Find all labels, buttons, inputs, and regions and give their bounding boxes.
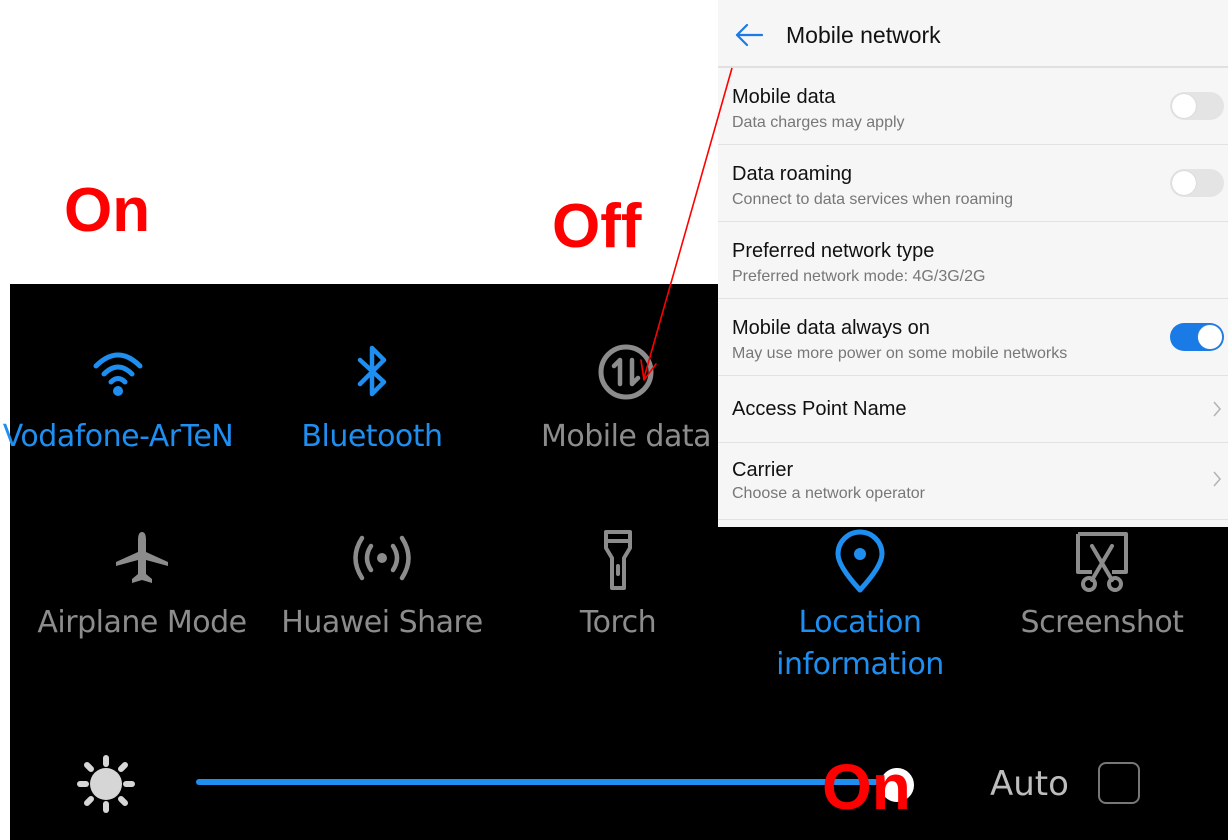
row-mobile-data-title: Mobile data [732,86,836,108]
tile-location-information[interactable]: Location information [740,528,980,686]
annotation-off-label: Off [552,192,642,261]
switch-knob [1172,94,1196,118]
chevron-right-icon [1213,401,1222,417]
tile-wifi[interactable]: Vodafone-ArTeN [0,342,238,458]
back-arrow-icon[interactable] [734,22,764,48]
auto-brightness-checkbox[interactable] [1098,762,1140,804]
tile-bluetooth[interactable]: Bluetooth [252,342,492,458]
switch-knob [1172,171,1196,195]
brightness-slider-track[interactable] [196,779,896,785]
mobile-data-icon [598,344,654,400]
row-preferred-network-type[interactable]: Preferred network type Preferred network… [718,222,1228,299]
row-mobile-data-subtitle: Data charges may apply [732,114,905,131]
tile-screenshot-label: Screenshot [1020,605,1184,640]
tile-location-label-line1: Location [798,605,922,640]
tile-mobile-data-label: Mobile data [540,419,712,454]
tile-airplane-mode[interactable]: Airplane Mode [22,528,262,644]
auto-brightness-label: Auto [990,764,1069,804]
tile-torch-label: Torch [579,605,657,640]
row-carrier-title: Carrier [732,459,794,481]
torch-icon [604,530,632,590]
mobile-data-switch[interactable] [1170,92,1224,120]
mobile-network-header: Mobile network [718,0,1228,68]
row-data-roaming-title: Data roaming [732,163,853,185]
tile-screenshot[interactable]: Screenshot [982,528,1222,644]
huawei-share-icon [353,535,411,581]
chevron-right-icon [1213,471,1222,487]
row-data-roaming[interactable]: Data roaming Connect to data services wh… [718,145,1228,222]
bluetooth-icon [357,345,387,397]
tile-bluetooth-label: Bluetooth [301,419,443,454]
page-title: Mobile network [786,22,941,48]
tile-location-label-line2: information [776,647,944,682]
row-always-on-subtitle: May use more power on some mobile networ… [732,345,1068,362]
location-pin-icon [835,529,885,593]
row-apn-title: Access Point Name [732,398,907,420]
row-always-on-title: Mobile data always on [732,317,930,339]
mobile-data-always-on-switch[interactable] [1170,323,1224,351]
row-preferred-network-title: Preferred network type [732,240,935,262]
tile-huawei-share-label: Huawei Share [281,605,483,640]
row-data-roaming-subtitle: Connect to data services when roaming [732,191,1014,208]
tile-huawei-share[interactable]: Huawei Share [262,528,502,644]
airplane-icon [116,532,168,583]
screenshot-icon [1076,532,1128,592]
row-carrier-subtitle: Choose a network operator [732,485,925,502]
brightness-sun-icon [77,755,135,813]
row-mobile-data[interactable]: Mobile data Data charges may apply [718,68,1228,145]
mobile-network-settings-panel: Mobile network Mobile data Data charges … [718,0,1228,527]
switch-knob [1198,325,1222,349]
wifi-icon [93,352,143,396]
tile-mobile-data[interactable]: Mobile data [506,342,746,458]
tile-wifi-label: Vodafone-ArTeN [2,419,234,454]
tile-torch[interactable]: Torch [498,528,738,644]
annotation-on-label: On [64,176,151,245]
data-roaming-switch[interactable] [1170,169,1224,197]
row-mobile-data-always-on[interactable]: Mobile data always on May use more power… [718,299,1228,376]
row-access-point-name[interactable]: Access Point Name [718,376,1228,443]
row-carrier[interactable]: Carrier Choose a network operator [718,443,1228,520]
tile-airplane-mode-label: Airplane Mode [37,605,247,640]
annotation-on-bottom-label: On [822,751,911,823]
row-preferred-network-subtitle: Preferred network mode: 4G/3G/2G [732,268,986,285]
